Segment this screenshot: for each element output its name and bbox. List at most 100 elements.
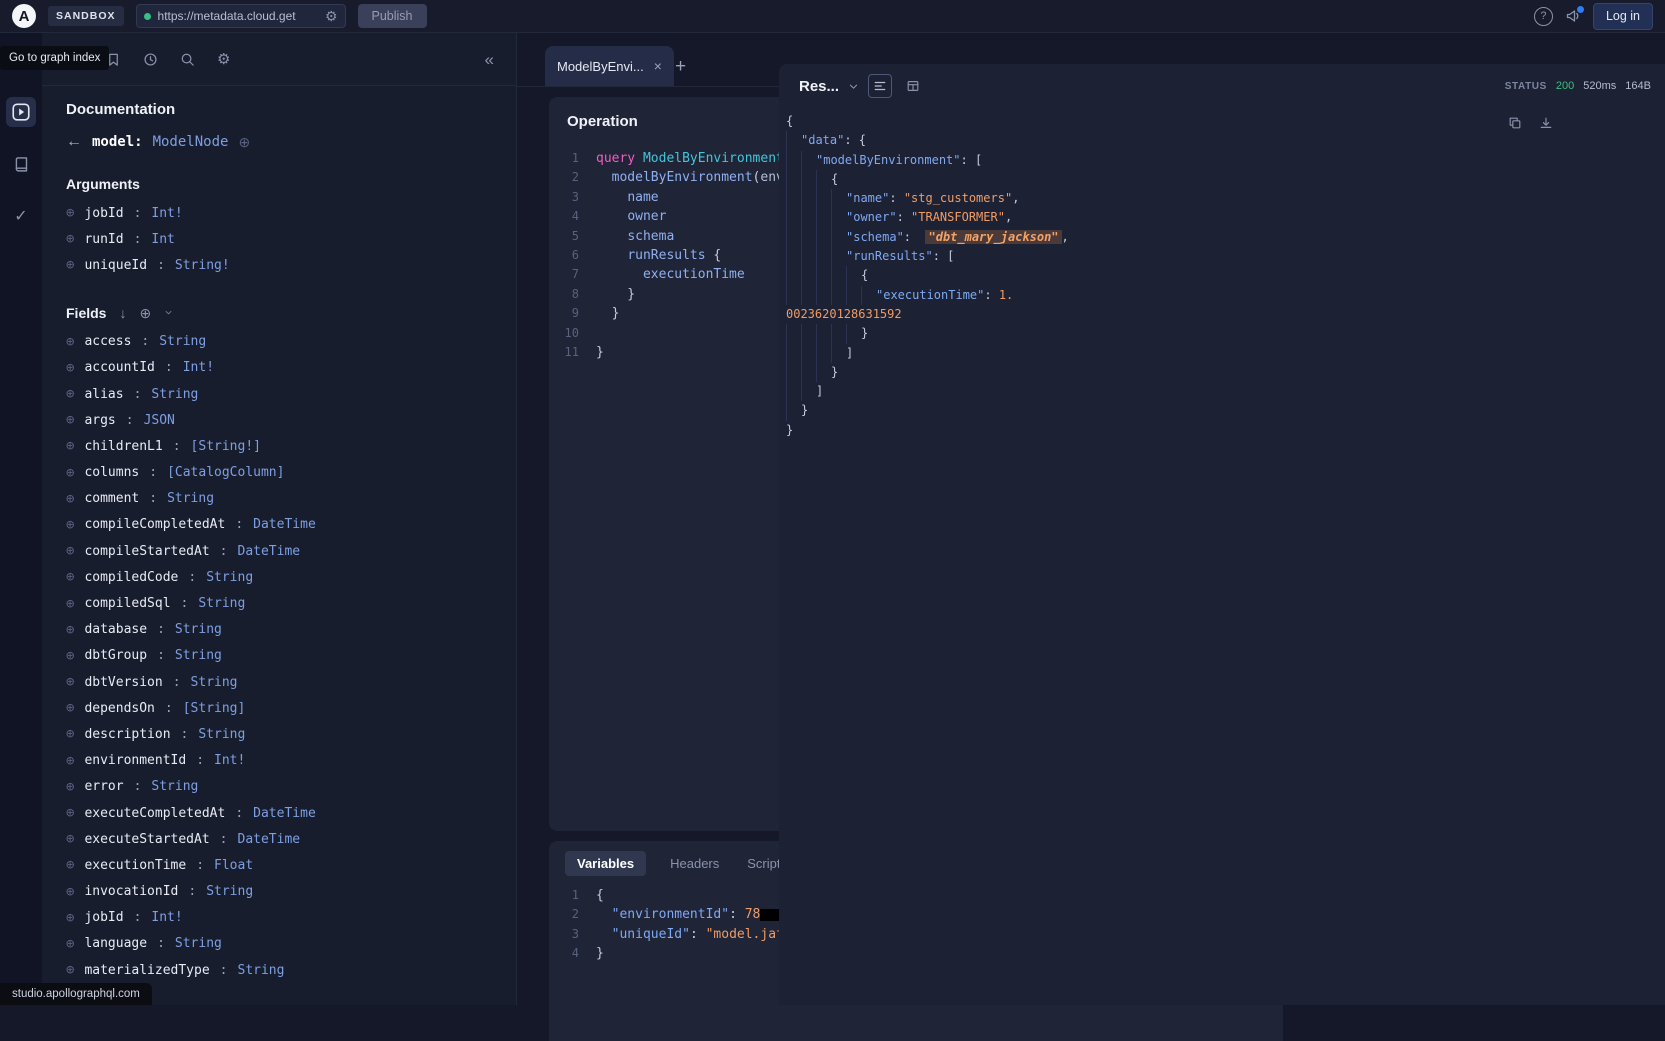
add-field-to-operation-icon[interactable]: ⊕: [66, 387, 74, 401]
field-type-link[interactable]: Int!: [151, 910, 182, 925]
endpoint-url-input[interactable]: https://metadata.cloud.get ⚙: [136, 4, 346, 28]
indent-guide: [786, 131, 801, 150]
add-field-to-operation-icon[interactable]: ⊕: [66, 361, 74, 375]
operation-tab[interactable]: ModelByEnvi... ×: [545, 46, 674, 86]
code-token: }: [596, 306, 619, 321]
copy-response-icon[interactable]: [1508, 116, 1522, 130]
field-type-link[interactable]: Int!: [214, 753, 245, 768]
field-type-link[interactable]: Int: [151, 232, 174, 247]
response-table-view-icon[interactable]: [901, 74, 925, 98]
add-field-to-operation-icon[interactable]: ⊕: [66, 911, 74, 925]
indent-guide: [801, 382, 816, 401]
field-type-link[interactable]: [String!]: [191, 439, 261, 454]
field-type-link[interactable]: [String]: [183, 701, 246, 716]
code-line: "schema": "dbt_mary_jackson",: [786, 228, 1655, 247]
add-field-to-operation-icon[interactable]: ⊕: [66, 832, 74, 846]
tab-headers[interactable]: Headers: [666, 851, 723, 876]
endpoint-settings-gear-icon[interactable]: ⚙: [325, 9, 338, 23]
field-type-link[interactable]: String: [191, 675, 238, 690]
settings-gear-icon[interactable]: ⚙: [217, 52, 230, 67]
tab-variables[interactable]: Variables: [565, 851, 646, 876]
field-name: executeCompletedAt: [84, 806, 225, 821]
close-tab-icon[interactable]: ×: [654, 59, 662, 73]
help-icon[interactable]: ?: [1534, 7, 1553, 26]
download-response-icon[interactable]: [1539, 116, 1553, 130]
indent-guide: [786, 266, 801, 285]
field-type-link[interactable]: String: [151, 779, 198, 794]
field-type-link[interactable]: Int!: [151, 206, 182, 221]
add-field-to-operation-icon[interactable]: ⊕: [66, 492, 74, 506]
add-field-to-operation-icon[interactable]: ⊕: [66, 597, 74, 611]
new-tab-icon[interactable]: +: [675, 57, 686, 76]
add-type-icon[interactable]: ⊕: [238, 135, 250, 149]
add-field-to-operation-icon[interactable]: ⊕: [66, 544, 74, 558]
add-field-to-operation-icon[interactable]: ⊕: [66, 413, 74, 427]
field-type-link[interactable]: DateTime: [253, 806, 316, 821]
add-field-to-operation-icon[interactable]: ⊕: [66, 518, 74, 532]
sort-fields-icon[interactable]: ↓: [119, 306, 126, 320]
field-colon: :: [220, 963, 228, 978]
add-field-to-operation-icon[interactable]: ⊕: [66, 780, 74, 794]
add-field-to-operation-icon[interactable]: ⊕: [66, 754, 74, 768]
publish-button[interactable]: Publish: [358, 4, 427, 28]
add-field-to-operation-icon[interactable]: ⊕: [66, 885, 74, 899]
checks-nav-icon[interactable]: ✓: [6, 201, 36, 231]
add-field-to-operation-icon[interactable]: ⊕: [66, 675, 74, 689]
doc-row: ⊕args:JSON: [66, 407, 492, 433]
field-type-link[interactable]: String: [198, 727, 245, 742]
add-field-to-operation-icon[interactable]: ⊕: [66, 335, 74, 349]
search-icon[interactable]: [180, 52, 195, 67]
add-field-to-operation-icon[interactable]: ⊕: [66, 649, 74, 663]
history-icon[interactable]: [143, 52, 158, 67]
field-name: runId: [84, 232, 123, 247]
field-type-link[interactable]: [CatalogColumn]: [167, 465, 284, 480]
add-field-to-operation-icon[interactable]: ⊕: [66, 466, 74, 480]
field-type-link[interactable]: String: [198, 596, 245, 611]
indent-guide: [816, 247, 831, 266]
field-type-link[interactable]: JSON: [144, 413, 175, 428]
field-type-link[interactable]: String: [151, 387, 198, 402]
apollo-logo-icon[interactable]: A: [12, 4, 36, 28]
code-line: ]: [786, 344, 1655, 363]
field-type-link[interactable]: Float: [214, 858, 253, 873]
field-type-link[interactable]: String: [238, 963, 285, 978]
login-button[interactable]: Log in: [1593, 3, 1653, 30]
add-field-to-operation-icon[interactable]: ⊕: [66, 858, 74, 872]
add-field-to-operation-icon[interactable]: ⊕: [66, 701, 74, 715]
field-type-link[interactable]: String: [206, 884, 253, 899]
field-type-link[interactable]: DateTime: [253, 517, 316, 532]
response-tree-view-icon[interactable]: [868, 74, 892, 98]
field-type-link[interactable]: DateTime: [238, 544, 301, 559]
field-type-link[interactable]: String: [167, 491, 214, 506]
field-type-link[interactable]: DateTime: [238, 832, 301, 847]
add-field-to-operation-icon[interactable]: ⊕: [66, 963, 74, 977]
field-type-link[interactable]: String!: [175, 258, 230, 273]
field-type-link[interactable]: String: [175, 936, 222, 951]
add-field-to-operation-icon[interactable]: ⊕: [66, 439, 74, 453]
add-field-to-operation-icon[interactable]: ⊕: [66, 232, 74, 246]
announcements-megaphone-icon[interactable]: [1565, 8, 1581, 24]
add-field-to-operation-icon[interactable]: ⊕: [66, 727, 74, 741]
schema-nav-icon[interactable]: [6, 149, 36, 179]
add-field-to-operation-icon[interactable]: ⊕: [66, 258, 74, 272]
indent-guide: [831, 324, 846, 343]
field-type-link[interactable]: String: [175, 648, 222, 663]
add-field-to-operation-icon[interactable]: ⊕: [66, 570, 74, 584]
field-type-link[interactable]: String: [206, 570, 253, 585]
back-arrow-icon[interactable]: ←: [66, 134, 82, 150]
collapse-panel-icon[interactable]: «: [485, 51, 494, 68]
doc-row: ⊕runId:Int: [66, 226, 492, 252]
field-type-link[interactable]: String: [159, 334, 206, 349]
add-field-to-operation-icon[interactable]: ⊕: [66, 806, 74, 820]
add-field-to-operation-icon[interactable]: ⊕: [66, 623, 74, 637]
field-type-link[interactable]: String: [175, 622, 222, 637]
response-chevron-down-icon[interactable]: [848, 81, 859, 92]
explorer-nav-icon[interactable]: [6, 97, 36, 127]
add-all-fields-icon[interactable]: ⊕: [139, 306, 151, 320]
add-field-to-operation-icon[interactable]: ⊕: [66, 937, 74, 951]
fields-chevron-down-icon[interactable]: [164, 308, 173, 317]
breadcrumb-type-link[interactable]: ModelNode: [153, 134, 229, 150]
field-type-link[interactable]: Int!: [183, 360, 214, 375]
indent-guide: [831, 208, 846, 227]
add-field-to-operation-icon[interactable]: ⊕: [66, 206, 74, 220]
